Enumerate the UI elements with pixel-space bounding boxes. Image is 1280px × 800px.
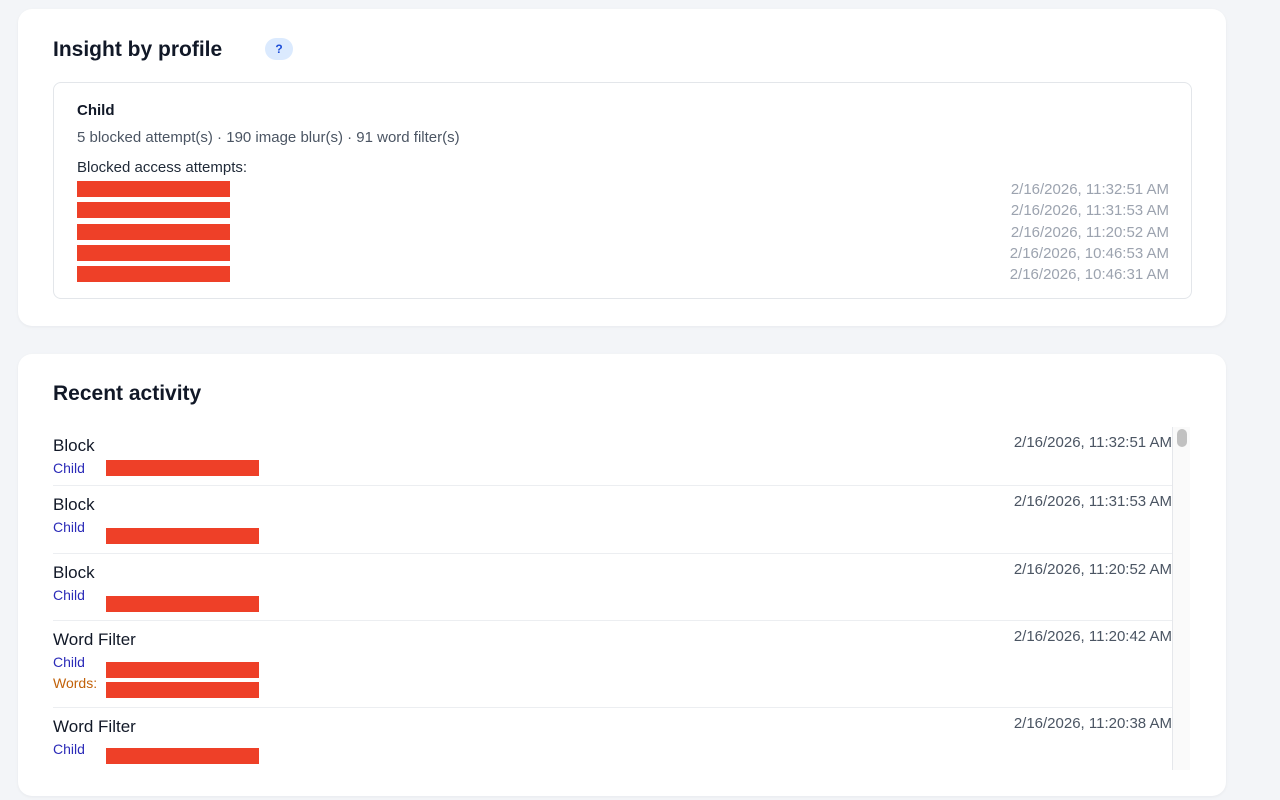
words-label: Words: (53, 675, 98, 691)
blocked-attempt-row: 2/16/2026, 10:46:31 AM (77, 266, 1169, 284)
attempt-time: 2/16/2026, 11:31:53 AM (1010, 202, 1169, 219)
activity-item: Word Filter Child 2/16/2026, 11:20:38 AM (53, 708, 1172, 770)
recent-activity-card: Recent activity Block Child 2/16/2026, 1… (18, 354, 1226, 796)
insight-card: Insight by profile ? Child 5 blocked att… (18, 9, 1226, 326)
activity-item: Block Child 2/16/2026, 11:32:51 AM (53, 427, 1172, 486)
redacted-url (106, 460, 259, 476)
redacted-url (77, 181, 230, 197)
activity-time: 2/16/2026, 11:20:52 AM (1013, 561, 1172, 578)
blocked-attempt-row: 2/16/2026, 11:32:51 AM (77, 181, 1169, 199)
activity-item: Block Child 2/16/2026, 11:31:53 AM (53, 486, 1172, 554)
activity-list[interactable]: Block Child 2/16/2026, 11:32:51 AM Block… (53, 427, 1172, 770)
activity-time: 2/16/2026, 11:31:53 AM (1013, 493, 1172, 510)
activity-time: 2/16/2026, 11:32:51 AM (1013, 434, 1172, 451)
activity-scrollbar[interactable] (1172, 427, 1190, 770)
activity-profile-link[interactable]: Child (53, 741, 85, 757)
activity-time: 2/16/2026, 11:20:38 AM (1013, 715, 1172, 732)
activity-item: Block Child 2/16/2026, 11:20:52 AM (53, 554, 1172, 621)
blocked-attempt-row: 2/16/2026, 11:31:53 AM (77, 202, 1169, 220)
activity-title: Recent activity (53, 382, 202, 405)
redacted-url (106, 662, 259, 678)
redacted-url (106, 748, 259, 764)
activity-item: Word Filter Child Words: 2/16/2026, 11:2… (53, 621, 1172, 708)
redacted-url (77, 224, 230, 240)
redacted-url (77, 202, 230, 218)
blocked-attempt-row: 2/16/2026, 10:46:53 AM (77, 245, 1169, 263)
profile-stats: 5 blocked attempt(s) · 190 image blur(s)… (77, 129, 460, 146)
activity-profile-link[interactable]: Child (53, 460, 85, 476)
redacted-url (106, 528, 259, 544)
activity-type: Word Filter (53, 717, 136, 736)
redacted-url (77, 245, 230, 261)
activity-time: 2/16/2026, 11:20:42 AM (1013, 628, 1172, 645)
help-icon[interactable]: ? (265, 38, 293, 60)
activity-type: Block (53, 495, 95, 514)
attempt-time: 2/16/2026, 11:32:51 AM (1010, 181, 1169, 198)
activity-profile-link[interactable]: Child (53, 519, 85, 535)
attempt-time: 2/16/2026, 10:46:31 AM (1009, 266, 1169, 283)
blocked-attempt-row: 2/16/2026, 11:20:52 AM (77, 224, 1169, 242)
attempt-time: 2/16/2026, 11:20:52 AM (1010, 224, 1169, 241)
activity-type: Block (53, 563, 95, 582)
profile-insight-box: Child 5 blocked attempt(s) · 190 image b… (53, 82, 1192, 299)
activity-type: Block (53, 436, 95, 455)
insight-title: Insight by profile (53, 38, 223, 61)
activity-profile-link[interactable]: Child (53, 654, 85, 670)
activity-profile-link[interactable]: Child (53, 587, 85, 603)
activity-type: Word Filter (53, 630, 136, 649)
attempt-time: 2/16/2026, 10:46:53 AM (1009, 245, 1169, 262)
scrollbar-thumb[interactable] (1177, 429, 1187, 447)
redacted-words (106, 682, 259, 698)
profile-name: Child (77, 102, 115, 119)
blocked-attempts-label: Blocked access attempts: (77, 159, 248, 176)
redacted-url (106, 596, 259, 612)
redacted-url (77, 266, 230, 282)
